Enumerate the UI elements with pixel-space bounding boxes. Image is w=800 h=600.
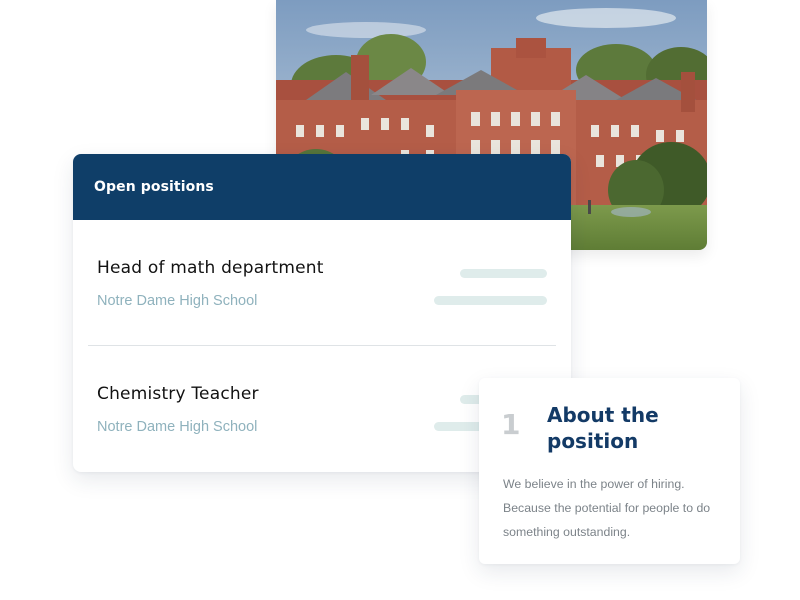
about-position-title: About the position [547, 403, 659, 453]
page: Open positions Head of math department N… [0, 0, 800, 600]
step-number: 1 [501, 408, 521, 441]
position-school: Notre Dame High School [97, 293, 258, 309]
placeholder-bar [434, 296, 547, 305]
position-school: Notre Dame High School [97, 419, 258, 435]
about-position-card: 1 About the position We believe in the p… [479, 378, 740, 564]
position-title[interactable]: Chemistry Teacher [97, 384, 259, 404]
placeholder-bar [460, 269, 547, 278]
open-positions-title: Open positions [94, 179, 214, 195]
position-title[interactable]: Head of math department [97, 258, 324, 278]
open-positions-header: Open positions [73, 154, 571, 220]
about-position-description: We believe in the power of hiring. Becau… [503, 477, 711, 539]
position-row-head-of-math[interactable]: Head of math department Notre Dame High … [73, 220, 571, 346]
